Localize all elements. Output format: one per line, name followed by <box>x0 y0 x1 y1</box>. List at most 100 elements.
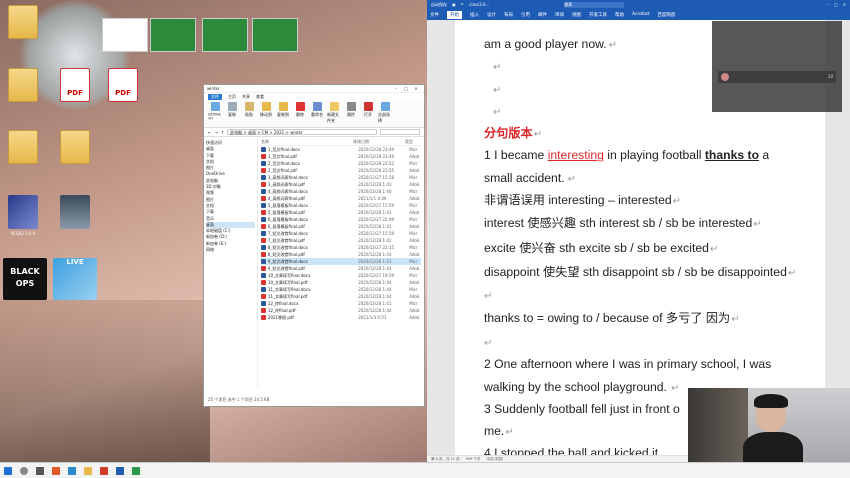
file-row[interactable]: 5_段落模板final.docx 2020/12/27 15:59 Micr <box>261 202 421 209</box>
back-icon[interactable]: ← <box>208 130 211 135</box>
tab-share[interactable]: 共享 <box>242 94 250 100</box>
file-row[interactable]: 8_短文改错final.docx 2020/12/27 22:15 Micr <box>261 244 421 251</box>
page-count[interactable]: 第 6 页，共 11 页 <box>431 457 460 462</box>
column-date[interactable]: 修改日期 <box>353 139 405 145</box>
file-row[interactable]: 9_短文改错final.pdf 2020/12/28 1:44 Adob <box>261 265 421 272</box>
desktop-pdf-icon[interactable]: PDF <box>105 68 141 104</box>
column-name[interactable]: 名称 <box>261 139 353 145</box>
delete-button[interactable]: 删除 <box>293 102 307 125</box>
minimize-icon[interactable]: – <box>827 2 829 7</box>
ribbon-tab[interactable]: 帮助 <box>615 12 624 18</box>
file-row[interactable]: 2_范文final.docx 2020/12/28 23:52 Micr <box>261 160 421 167</box>
meeting-row[interactable] <box>718 49 836 61</box>
close-icon[interactable]: × <box>843 2 846 7</box>
file-row[interactable]: 3_高频词表final.pdf 2020/12/28 1:42 Adob <box>261 181 421 188</box>
autosave-label[interactable]: 自动保存 <box>431 2 447 8</box>
ribbon-tab[interactable]: 文件 <box>430 12 439 18</box>
meeting-user-row[interactable]: 10 <box>718 71 836 83</box>
file-row[interactable]: 2_范文final.pdf 2020/12/28 23:55 Adob <box>261 167 421 174</box>
game-app-icon[interactable] <box>57 195 93 231</box>
language[interactable]: 中文(中国) <box>486 457 503 462</box>
desktop-thumbnail[interactable] <box>102 18 148 52</box>
pin-button[interactable]: 固定到快速访问 <box>208 102 222 125</box>
desktop-folder-icon[interactable] <box>5 130 41 166</box>
desktop-pdf-icon[interactable]: PDF <box>57 68 93 104</box>
start-icon[interactable] <box>4 466 12 475</box>
undo-icon[interactable]: ↶ <box>461 2 464 7</box>
tab-view[interactable]: 查看 <box>256 94 264 100</box>
file-row[interactable]: 1_范文final.pdf 2020/12/28 23:49 Adob <box>261 153 421 160</box>
file-row[interactable]: 11_文章续写final.pdf 2020/12/28 1:44 Adob <box>261 293 421 300</box>
ribbon-tab[interactable]: 布局 <box>504 12 513 18</box>
forward-icon[interactable]: → <box>214 130 217 135</box>
desktop-thumbnail[interactable] <box>202 18 248 52</box>
word-count[interactable]: 999 个字 <box>466 457 481 462</box>
app-icon[interactable] <box>52 466 60 475</box>
maximize-icon[interactable]: □ <box>401 86 411 91</box>
desktop-thumbnail[interactable] <box>252 18 298 52</box>
open-button[interactable]: 打开 <box>361 102 375 125</box>
desktop-thumbnail[interactable] <box>150 18 196 52</box>
black-ops-game-icon[interactable]: BLACK OPS <box>3 258 47 302</box>
minimize-icon[interactable]: – <box>391 86 401 91</box>
up-icon[interactable]: ↑ <box>221 130 224 135</box>
paste-button[interactable]: 粘贴 <box>242 102 256 125</box>
pcsx2-app-icon[interactable]: PCSX2 1.6.0 <box>5 195 41 236</box>
file-row[interactable]: 4_高频词表final.pdf 2021/1/1 0:49 Adob <box>261 195 421 202</box>
app-icon[interactable] <box>68 466 76 475</box>
copy-button[interactable]: 复制 <box>225 102 239 125</box>
rename-button[interactable]: 重命名 <box>310 102 324 125</box>
file-row[interactable]: 7_短文改错final.docx 2020/12/27 15:59 Micr <box>261 230 421 237</box>
file-row[interactable]: 10_文章续写final.docx 2020/12/27 19:59 Micr <box>261 272 421 279</box>
column-type[interactable]: 类型 <box>405 139 417 145</box>
file-row[interactable]: 3_高频词表final.docx 2020/12/27 15:58 Micr <box>261 174 421 181</box>
ribbon-tab[interactable]: 开发工具 <box>589 12 607 18</box>
file-row[interactable]: 6_段落模板final.docx 2020/12/27 22:09 Micr <box>261 216 421 223</box>
file-row[interactable]: 6_段落模板final.pdf 2020/12/28 1:41 Adob <box>261 223 421 230</box>
copy-to-button[interactable]: 复制到 <box>276 102 290 125</box>
app-icon[interactable] <box>132 466 140 475</box>
new-folder-button[interactable]: 新建文件夹 <box>327 102 341 125</box>
file-row[interactable]: 11_文章续写final.docx 2020/12/28 1:44 Micr <box>261 286 421 293</box>
file-row[interactable]: 8_短文改错final.pdf 2020/12/28 1:43 Adob <box>261 251 421 258</box>
ribbon-tab[interactable]: 审阅 <box>555 12 564 18</box>
select-all-button[interactable]: 全部选择 <box>378 102 392 125</box>
file-row[interactable]: 7_短文改错final.pdf 2020/12/28 1:42 Adob <box>261 237 421 244</box>
task-view-icon[interactable] <box>36 466 44 475</box>
desktop-folder-icon[interactable] <box>57 130 93 166</box>
ribbon-tab[interactable]: 百度网盘 <box>657 12 675 18</box>
file-row[interactable]: 1_范文final.docx 2020/12/28 23:49 Micr <box>261 146 421 153</box>
search-icon[interactable] <box>20 466 28 475</box>
file-explorer-icon[interactable] <box>84 466 92 475</box>
move-to-button[interactable]: 移动到 <box>259 102 273 125</box>
desktop-folder-icon[interactable] <box>5 5 41 41</box>
meeting-row[interactable] <box>718 37 836 49</box>
ribbon-tab[interactable]: 邮件 <box>538 12 547 18</box>
close-icon[interactable]: × <box>411 86 421 91</box>
app-icon[interactable] <box>100 466 108 475</box>
ribbon-tab[interactable]: 插入 <box>470 12 479 18</box>
file-row[interactable]: 12_终final.pdf 2020/12/28 1:44 Adob <box>261 307 421 314</box>
live-game-icon[interactable]: LIVE <box>53 258 97 302</box>
save-icon[interactable]: ▣ <box>452 2 456 7</box>
file-row[interactable]: 4_高频词表final.docx 2020/12/28 1:40 Micr <box>261 188 421 195</box>
ribbon-tab[interactable]: Acrobat <box>632 12 649 17</box>
nav-item[interactable]: 网络 <box>206 247 255 253</box>
maximize-icon[interactable]: □ <box>834 2 838 7</box>
properties-button[interactable]: 属性 <box>344 102 358 125</box>
address-bar[interactable]: 此电脑 > 桌面 > CM > 2021 > winter <box>227 129 377 135</box>
tab-file[interactable]: 文件 <box>208 93 222 100</box>
file-row[interactable]: 12_终final.docx 2020/12/28 1:41 Micr <box>261 300 421 307</box>
ribbon-tab[interactable]: 视图 <box>572 12 581 18</box>
tab-home[interactable]: 主页 <box>228 94 236 100</box>
file-row[interactable]: 2021寒假.pdf 2021/1/3 0:51 Adob <box>261 314 421 321</box>
search-input[interactable] <box>380 129 420 135</box>
ribbon-tab[interactable]: 引用 <box>521 12 530 18</box>
ribbon-tab[interactable]: 开始 <box>447 10 462 19</box>
file-row[interactable]: 5_段落模板final.pdf 2020/12/28 1:42 Adob <box>261 209 421 216</box>
word-search-box[interactable]: 搜索 <box>564 1 625 8</box>
word-icon[interactable] <box>116 466 124 475</box>
file-row[interactable]: 10_文章续写final.pdf 2020/12/28 1:44 Adob <box>261 279 421 286</box>
desktop-folder-icon[interactable] <box>5 68 41 104</box>
file-row[interactable]: 9_短文改错final.docx 2020/12/28 1:12 Micr <box>261 258 421 265</box>
